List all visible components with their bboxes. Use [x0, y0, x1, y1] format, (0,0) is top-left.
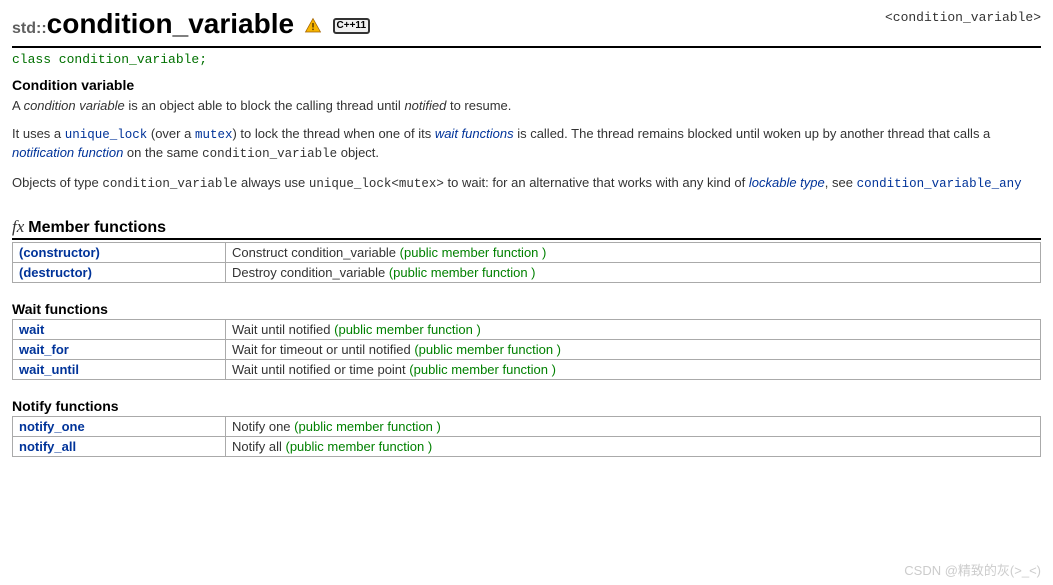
table-row: (constructor) Construct condition_variab… [13, 243, 1041, 263]
section-notify-functions: Notify functions [12, 398, 1041, 414]
class-declaration: class condition_variable; [12, 52, 1041, 67]
table-row: wait_until Wait until notified or time p… [13, 360, 1041, 380]
warning-icon [304, 11, 322, 42]
link-mutex[interactable]: mutex [195, 128, 233, 142]
table-row: notify_one Notify one (public member fun… [13, 417, 1041, 437]
table-row: notify_all Notify all (public member fun… [13, 437, 1041, 457]
table-row: wait Wait until notified (public member … [13, 320, 1041, 340]
link-notify-one[interactable]: notify_one [19, 419, 85, 434]
include-header: <condition_variable> [885, 8, 1041, 25]
link-unique-lock[interactable]: unique_lock [65, 128, 148, 142]
cpp-standard-icon: C++11 [333, 18, 370, 34]
table-wait-functions: wait Wait until notified (public member … [12, 319, 1041, 380]
table-notify-functions: notify_one Notify one (public member fun… [12, 416, 1041, 457]
link-condition-variable-any[interactable]: condition_variable_any [857, 177, 1022, 191]
intro-paragraph-2: It uses a unique_lock (over a mutex) to … [12, 125, 1041, 164]
link-notify-all[interactable]: notify_all [19, 439, 76, 454]
table-row: (destructor) Destroy condition_variable … [13, 263, 1041, 283]
table-row: wait_for Wait for timeout or until notif… [13, 340, 1041, 360]
link-wait-until[interactable]: wait_until [19, 362, 79, 377]
subtitle: Condition variable [12, 77, 1041, 93]
fx-icon: fx [12, 217, 28, 236]
section-member-functions: fxMember functions [12, 217, 1041, 240]
link-wait-for[interactable]: wait_for [19, 342, 69, 357]
section-wait-functions: Wait functions [12, 301, 1041, 317]
link-wait-functions[interactable]: wait functions [435, 126, 514, 141]
link-wait[interactable]: wait [19, 322, 44, 337]
intro-paragraph-3: Objects of type condition_variable alway… [12, 174, 1041, 194]
intro-paragraph-1: A condition variable is an object able t… [12, 97, 1041, 115]
link-notification-function[interactable]: notification function [12, 145, 123, 160]
title-divider [12, 46, 1041, 48]
link-destructor[interactable]: (destructor) [19, 265, 92, 280]
page-title: std::condition_variable C++11 [12, 8, 370, 42]
link-constructor[interactable]: (constructor) [19, 245, 100, 260]
link-lockable-type[interactable]: lockable type [749, 175, 825, 190]
class-name: condition_variable [47, 8, 294, 39]
table-member-functions: (constructor) Construct condition_variab… [12, 242, 1041, 283]
watermark: CSDN @精致的灰(>_<) [904, 560, 1041, 579]
namespace-prefix: std:: [12, 20, 47, 37]
